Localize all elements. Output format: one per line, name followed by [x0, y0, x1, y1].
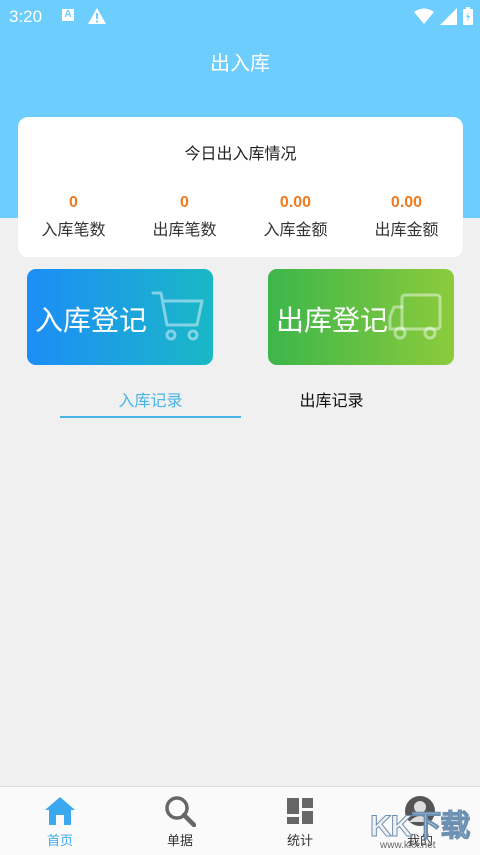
tab-inbound-records[interactable]: 入库记录 [60, 387, 241, 411]
stat-inbound-count: 0 入库笔数 [18, 194, 129, 240]
summary-title: 今日出入库情况 [184, 144, 297, 163]
notification-a-icon: A [62, 9, 74, 21]
stat-outbound-count: 0 出库笔数 [129, 194, 240, 240]
inbound-register-label: 入库登记 [35, 304, 148, 337]
page-title: 出入库 [210, 51, 270, 75]
site-watermark: KK下载 www.kkx.net [360, 796, 478, 852]
status-bar: 3:20 A [0, 0, 480, 34]
nav-home[interactable]: 首页 [0, 787, 120, 855]
stat-label: 出库笔数 [152, 220, 217, 239]
active-tab-indicator [60, 416, 241, 418]
nav-documents[interactable]: 单据 [120, 787, 240, 855]
truck-icon [388, 289, 446, 352]
stat-value: 0.00 [390, 194, 423, 211]
search-icon [165, 796, 196, 827]
cart-icon [151, 289, 205, 352]
outbound-register-label: 出库登记 [276, 304, 389, 337]
status-time: 3:20 [9, 7, 43, 26]
stat-inbound-amount: 0.00 入库金额 [240, 194, 351, 240]
summary-card: 今日出入库情况 0 入库笔数 0 出库笔数 0.00 入库金额 0.00 出库金… [18, 117, 463, 257]
watermark-brand: KK下载 [369, 810, 470, 844]
battery-icon [463, 7, 473, 25]
watermark-url: www.kkx.net [380, 840, 436, 851]
stat-label: 入库笔数 [41, 220, 106, 239]
nav-documents-label: 单据 [166, 834, 193, 849]
warning-icon [87, 7, 107, 29]
outbound-register-button[interactable]: 出库登记 [268, 269, 454, 365]
nav-statistics-label: 统计 [286, 834, 313, 849]
stat-label: 出库金额 [374, 220, 439, 239]
stat-value: 0 [180, 194, 189, 211]
wifi-icon [414, 8, 434, 24]
records-tabs: 入库记录 出库记录 [0, 378, 480, 418]
stat-value: 0 [69, 194, 78, 211]
stats-icon [287, 798, 313, 824]
tab-outbound-records[interactable]: 出库记录 [241, 387, 422, 411]
home-icon [45, 797, 75, 825]
nav-statistics[interactable]: 统计 [240, 787, 360, 855]
inbound-register-button[interactable]: 入库登记 [27, 269, 213, 365]
nav-home-label: 首页 [46, 834, 73, 849]
stat-label: 入库金额 [263, 220, 328, 239]
status-right-icons [414, 7, 473, 25]
signal-icon [440, 7, 457, 25]
stat-value: 0.00 [279, 194, 312, 211]
stat-outbound-amount: 0.00 出库金额 [351, 194, 462, 240]
